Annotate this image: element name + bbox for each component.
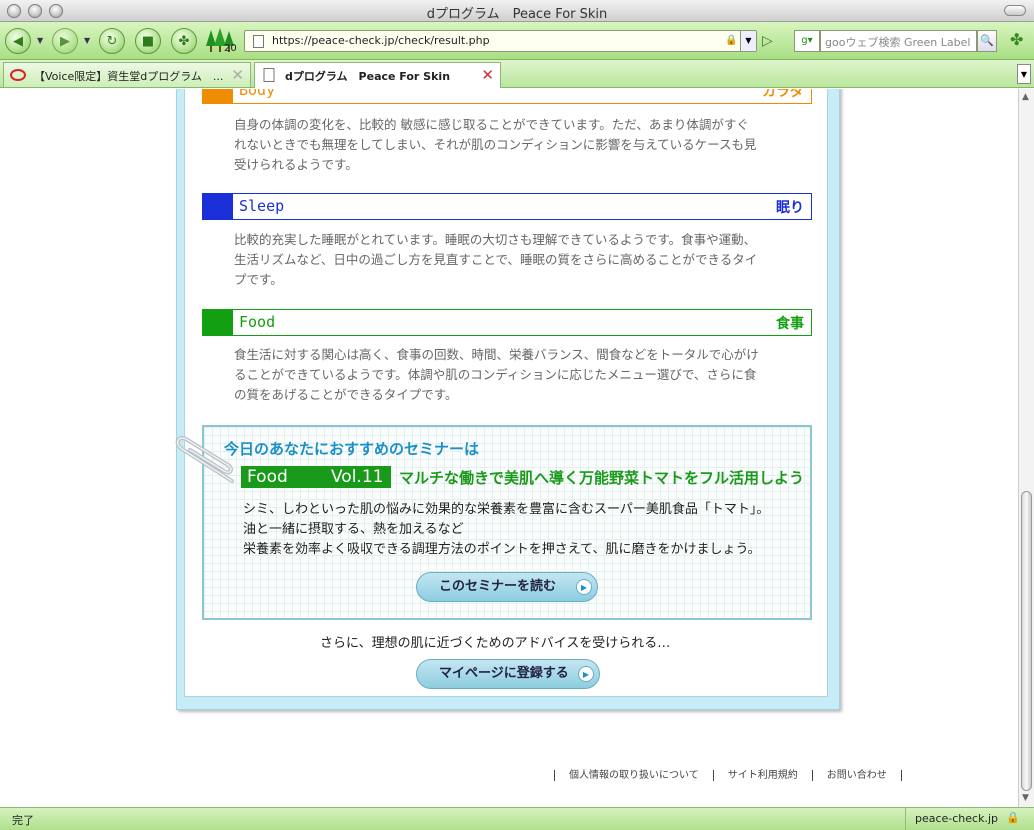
- divider: [811, 769, 813, 781]
- shiseido-favicon-icon: [10, 69, 26, 81]
- scroll-down-arrow-icon[interactable]: ▼: [1022, 793, 1029, 803]
- read-seminar-button[interactable]: このセミナーを読む ▶: [416, 572, 598, 602]
- reload-button[interactable]: ↻: [99, 28, 125, 54]
- footer-links: 個人情報の取り扱いについて サイト利用規約 お問い合わせ: [540, 766, 916, 781]
- vertical-scrollbar[interactable]: ▲ ▼: [1018, 89, 1034, 807]
- text-line: 食生活に対する関心は高く、食事の回数、時間、栄養バランス、間食などをトータルで心…: [234, 347, 759, 362]
- seminar-body-line: 油と一緒に摂取する、熱を加えるなど: [243, 522, 464, 537]
- back-button[interactable]: ◀: [5, 28, 31, 54]
- back-arrow-icon: ◀: [13, 33, 23, 49]
- seminar-badge: Food Vol.11: [241, 466, 391, 488]
- forward-button[interactable]: ▶: [52, 28, 78, 54]
- section-text-food: 食生活に対する関心は高く、食事の回数、時間、栄養バランス、間食などをトータルで心…: [234, 345, 789, 405]
- section-title-en: Food: [239, 313, 276, 331]
- text-line: ることができているようです。体調や肌のコンディションに応じたメニュー選びで、さら…: [234, 367, 757, 382]
- clover-icon[interactable]: ✤: [1010, 30, 1023, 49]
- go-button[interactable]: ▷: [762, 33, 778, 49]
- status-bar: 完了 peace-check.jp 🔒: [0, 807, 1034, 830]
- lock-icon: 🔒: [725, 35, 738, 46]
- tab-close-icon[interactable]: ✕: [231, 66, 244, 84]
- section-title-en: Body: [239, 89, 276, 99]
- footer-link-contact[interactable]: お問い合わせ: [827, 770, 887, 781]
- advice-text: さらに、理想の肌に近づくためのアドバイスを受けられる…: [320, 636, 671, 651]
- divider: [712, 769, 714, 781]
- seminar-headline[interactable]: マルチな働きで美肌へ導く万能野菜トマトをフル活用しよう: [399, 467, 804, 488]
- section-title-en: Sleep: [239, 197, 285, 215]
- browser-window: dプログラム Peace For Skin ◀ ▼ ▶ ▼ ↻ ■ ✤ 20 h…: [0, 0, 1034, 830]
- toolbar-toggle-button[interactable]: [1004, 5, 1026, 16]
- forward-arrow-icon: ▶: [60, 33, 70, 49]
- scroll-up-arrow-icon[interactable]: ▲: [1022, 92, 1029, 102]
- tab-bar: 【Voice限定】資生堂dプログラム ... ✕ dプログラム Peace Fo…: [0, 60, 1034, 88]
- text-line: 自身の体調の変化を、比較的 敏感に感じ取ることができています。ただ、あまり体調が…: [234, 117, 749, 132]
- search-engine-selector[interactable]: g▾: [794, 30, 820, 52]
- lock-icon[interactable]: 🔒: [1006, 811, 1020, 824]
- text-line: 生活リズムなど、日中の過ごし方を見直すことで、睡眠の質をさらに高めることができる…: [234, 252, 758, 267]
- section-color-square: [203, 89, 233, 103]
- address-bar[interactable]: https://peace-check.jp/check/result.php …: [244, 30, 757, 52]
- search-button[interactable]: 🔍: [977, 30, 997, 52]
- forward-history-dropdown[interactable]: ▼: [84, 36, 90, 45]
- seminar-body-line: シミ、しわといった肌の悩みに効果的な栄養素を豊富に含むスーパー美肌食品「トマト」…: [243, 502, 770, 517]
- section-text-body: 自身の体調の変化を、比較的 敏感に感じ取ることができています。ただ、あまり体調が…: [234, 115, 789, 175]
- register-mypage-button[interactable]: マイページに登録する ▶: [416, 659, 600, 689]
- section-title-jp: 眠り: [776, 200, 804, 216]
- footer-link-privacy[interactable]: 個人情報の取り扱いについて: [569, 770, 699, 781]
- status-site: peace-check.jp: [914, 812, 998, 825]
- address-text[interactable]: https://peace-check.jp/check/result.php: [272, 34, 490, 47]
- tab-label: 【Voice限定】資生堂dプログラム ...: [34, 70, 224, 83]
- tab-close-icon[interactable]: ✕: [481, 66, 494, 84]
- scrollbar-thumb[interactable]: [1021, 491, 1032, 791]
- divider: [905, 808, 906, 830]
- section-header-food: Food 食事: [202, 309, 812, 336]
- seminar-volume: Vol.11: [331, 467, 384, 487]
- back-history-dropdown[interactable]: ▼: [37, 36, 43, 45]
- button-label: マイページに登録する: [439, 666, 569, 681]
- divider: [900, 769, 902, 781]
- text-line: 受けられるようです。: [234, 157, 358, 172]
- section-text-sleep: 比較的充実した睡眠がとれています。睡眠の大切さも理解できているようです。食事や運…: [234, 230, 789, 290]
- trees-count: 20: [224, 43, 237, 54]
- tab-label: dプログラム Peace For Skin: [285, 70, 451, 83]
- goo-g-icon: g: [801, 35, 808, 46]
- tab-list-dropdown[interactable]: ▼: [1017, 64, 1031, 84]
- seminar-body-line: 栄養素を効率よく吸収できる調理方法のポイントを押さえて、肌に磨きをかけましょう。: [243, 542, 761, 557]
- divider: [554, 769, 555, 781]
- section-header-sleep: Sleep 眠り: [202, 193, 812, 220]
- text-line: プです。: [234, 272, 283, 287]
- section-color-square: [203, 310, 233, 335]
- stop-button[interactable]: ■: [135, 28, 161, 54]
- section-color-square: [203, 194, 233, 219]
- search-input[interactable]: gooウェブ検索 Green Label: [820, 30, 977, 52]
- status-text: 完了: [12, 814, 34, 827]
- tab-peace-for-skin[interactable]: dプログラム Peace For Skin ✕: [254, 62, 501, 88]
- arrow-right-icon: ▶: [576, 579, 592, 595]
- clover-icon: ✤: [178, 33, 190, 49]
- recommend-title: 今日のあなたにおすすめのセミナーは: [224, 440, 480, 458]
- seminar-category: Food: [247, 467, 288, 487]
- section-header-body: Body カラダ: [202, 89, 812, 104]
- section-title-jp: カラダ: [762, 89, 804, 100]
- address-history-dropdown[interactable]: ▼: [740, 31, 756, 51]
- page-content: Body カラダ 自身の体調の変化を、比較的 敏感に感じ取ることができています。…: [0, 89, 1018, 807]
- magnifier-icon: 🔍: [980, 34, 994, 47]
- text-line: 比較的充実した睡眠がとれています。睡眠の大切さも理解できているようです。食事や運…: [234, 232, 757, 247]
- window-title: dプログラム Peace For Skin: [426, 7, 608, 22]
- reload-icon: ↻: [106, 33, 118, 49]
- button-label: このセミナーを読む: [439, 579, 557, 594]
- footer-link-terms[interactable]: サイト利用規約: [728, 770, 798, 781]
- arrow-right-icon: ▶: [578, 666, 594, 682]
- page-document-icon: [253, 35, 264, 48]
- stop-icon: ■: [141, 33, 155, 49]
- text-line: れないときでも無理をしてしまい、それが肌のコンディションに影響を与えているケース…: [234, 137, 757, 152]
- section-title-jp: 食事: [776, 316, 804, 332]
- tab-voice-dprogram[interactable]: 【Voice限定】資生堂dプログラム ... ✕: [3, 62, 251, 87]
- text-line: の質をあげることができるタイプです。: [234, 387, 458, 402]
- page-document-icon: [263, 68, 275, 82]
- home-button[interactable]: ✤: [171, 28, 197, 54]
- title-bar: dプログラム Peace For Skin: [0, 0, 1034, 22]
